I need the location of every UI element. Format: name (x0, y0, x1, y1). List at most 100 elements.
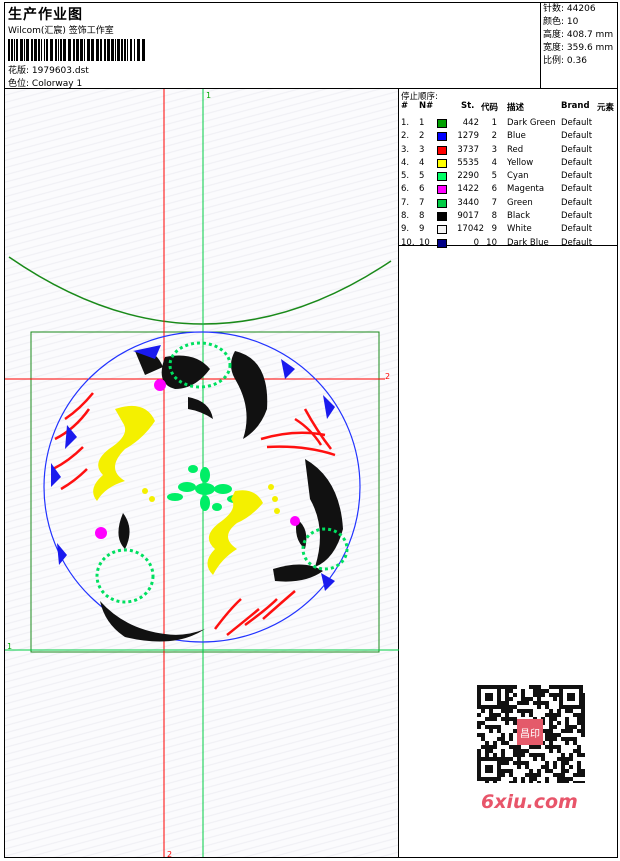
row-needle: 6 (419, 184, 425, 195)
row-code: 7 (491, 197, 497, 208)
row-needle: 2 (419, 131, 425, 142)
green-guide-top-label: 1 (206, 91, 211, 100)
row-brand: Default (561, 211, 593, 222)
table-row: 3. 3 3737 3 Red Default (399, 144, 617, 157)
qr-code-icon: 昌印 (475, 683, 585, 783)
green-guide-left-label: 1 (7, 642, 12, 651)
row-desc: Cyan (507, 171, 529, 182)
table-row: 8. 8 9017 8 Black Default (399, 210, 617, 223)
stat-stitches: 针数: 44206 (543, 4, 596, 14)
hoop-arc (8, 256, 392, 325)
studio-name: Wilcom(汇宸) 签饰工作室 (8, 26, 114, 36)
row-stitches: 442 (462, 118, 479, 128)
worksheet-frame: 生产作业图 Wilcom(汇宸) 签饰工作室 花版: 1979603.dst 色… (4, 2, 618, 859)
row-stitches: 0 (473, 237, 479, 248)
design-preview-canvas[interactable]: 1 2 1 2 (5, 89, 399, 859)
row-desc: Blue (507, 131, 526, 142)
color-swatch (437, 119, 447, 128)
row-index: 8. (401, 211, 410, 222)
page-title: 生产作业图 (8, 7, 83, 23)
row-brand: Default (561, 171, 593, 182)
row-brand: Default (561, 131, 593, 142)
row-desc: Red (507, 144, 524, 155)
row-brand: Default (561, 184, 593, 195)
barcode-icon (8, 39, 145, 61)
table-row: 2. 2 1279 2 Blue Default (399, 130, 617, 143)
row-desc: White (507, 224, 532, 235)
red-guide-bottom-label: 2 (167, 850, 172, 857)
color-swatch (437, 145, 447, 155)
row-index: 5. (401, 171, 410, 182)
color-swatch (437, 198, 447, 208)
row-brand: Default (561, 118, 593, 128)
row-stitches: 1279 (457, 131, 479, 142)
row-brand: Default (561, 144, 593, 155)
row-stitches: 9017 (457, 211, 479, 222)
embroidery-preview: 1 2 1 2 (5, 89, 399, 859)
table-row: 4. 4 5535 4 Yellow Default (399, 157, 617, 170)
col-desc: 描述 (507, 103, 525, 113)
colorway-value: Colorway 1 (31, 79, 83, 89)
color-swatch (437, 225, 447, 235)
row-index: 2. (401, 131, 410, 142)
stats-panel: 针数: 44206 颜色: 10 高度: 408.7 mm 宽度: 359.6 … (541, 3, 617, 89)
col-stitches: St. (461, 101, 475, 111)
design-file-line: 花版: 1979603.dst (8, 63, 89, 76)
row-desc: Green (507, 197, 533, 208)
table-row: 7. 7 3440 7 Green Default (399, 197, 617, 210)
color-swatch (437, 212, 447, 222)
row-desc: Magenta (507, 184, 545, 195)
embroidery-artwork (51, 341, 349, 642)
design-file: 1979603.dst (31, 66, 89, 76)
row-needle: 7 (419, 197, 425, 208)
row-index: 6. (401, 184, 410, 195)
svg-text:昌印: 昌印 (520, 728, 540, 740)
table-row: 6. 6 1422 6 Magenta Default (399, 183, 617, 196)
row-stitches: 17042 (457, 224, 485, 235)
row-index: 10. (401, 237, 415, 248)
row-code: 6 (491, 184, 497, 195)
row-needle: 9 (419, 224, 425, 235)
row-needle: 10 (419, 237, 430, 248)
row-needle: 5 (419, 171, 425, 182)
row-desc: Dark Green (507, 118, 556, 128)
design-label: 花版: (8, 66, 30, 76)
stat-width: 宽度: 359.6 mm (543, 43, 614, 53)
table-row: 9. 9 17042 9 White Default (399, 223, 617, 236)
color-swatch (437, 132, 447, 142)
row-brand: Default (561, 224, 593, 235)
colorway-line: 色位: Colorway 1 (8, 76, 82, 89)
row-code: 8 (491, 211, 497, 222)
color-swatch (437, 238, 447, 248)
row-code: 1 (491, 118, 497, 128)
row-stitches: 2290 (457, 171, 479, 182)
stat-scale: 比例: 0.36 (543, 56, 587, 66)
row-code: 3 (491, 144, 497, 155)
row-needle: 8 (419, 211, 425, 222)
col-brand: Brand (561, 101, 590, 111)
row-stitches: 3737 (457, 144, 479, 155)
row-index: 4. (401, 157, 410, 168)
row-index: 1. (401, 118, 410, 128)
row-brand: Default (561, 197, 593, 208)
row-index: 7. (401, 197, 410, 208)
row-stitches: 5535 (457, 157, 479, 168)
col-needle: N# (419, 101, 434, 111)
stat-height: 高度: 408.7 mm (543, 30, 614, 40)
row-index: 9. (401, 224, 410, 235)
row-brand: Default (561, 157, 593, 168)
watermark-text: 6xiu.com (481, 791, 578, 813)
row-needle: 4 (419, 157, 425, 168)
row-desc: Yellow (507, 157, 534, 168)
row-code: 4 (491, 157, 497, 168)
color-swatch (437, 158, 447, 168)
row-needle: 3 (419, 144, 425, 155)
color-swatch (437, 172, 447, 182)
header-panel: 生产作业图 Wilcom(汇宸) 签饰工作室 花版: 1979603.dst 色… (5, 3, 541, 89)
row-code: 10 (486, 237, 497, 248)
row-code: 2 (491, 131, 497, 142)
col-element: 元素 (597, 103, 615, 113)
stat-colors: 颜色: 10 (543, 17, 579, 27)
table-row: 10. 10 0 10 Dark Blue Default (399, 237, 617, 250)
color-swatch (437, 185, 447, 195)
